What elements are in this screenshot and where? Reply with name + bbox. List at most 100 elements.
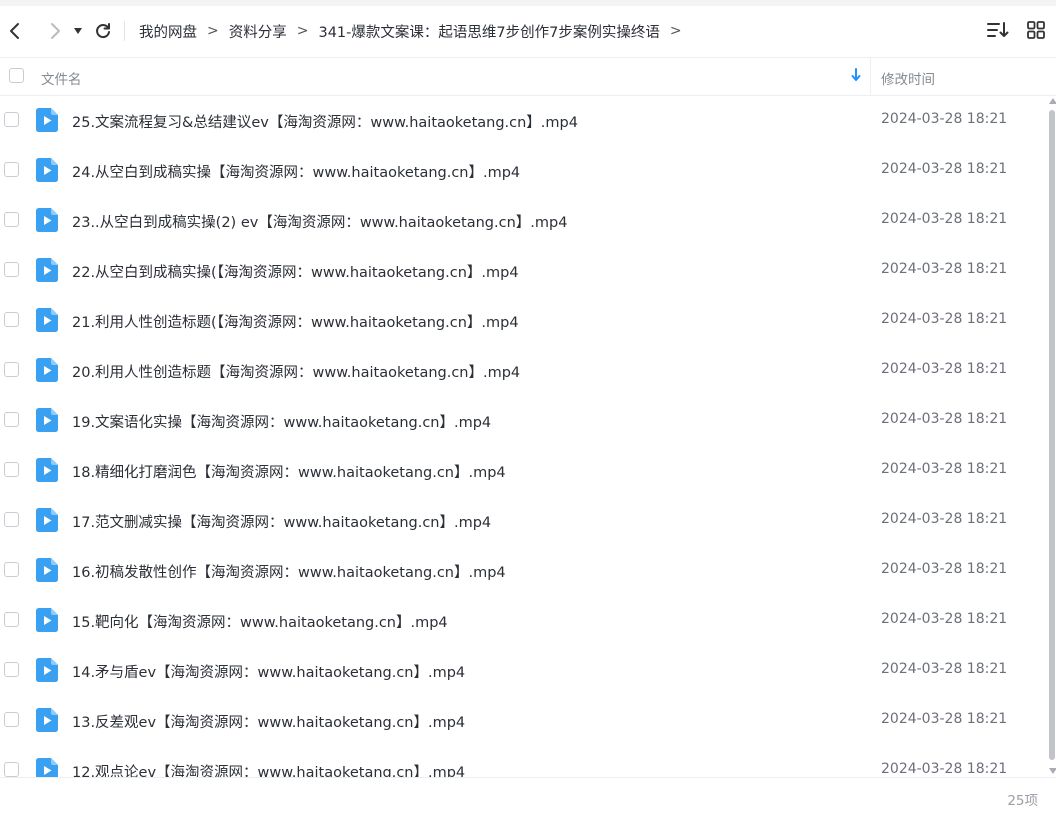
- row-checkbox[interactable]: [4, 512, 19, 527]
- file-name[interactable]: 17.范文删减实操【海淘资源网：www.haitaoketang.cn】.mp4: [72, 511, 491, 532]
- file-name[interactable]: 19.文案语化实操【海淘资源网：www.haitaoketang.cn】.mp4: [72, 411, 491, 432]
- chevron-right-icon: [51, 23, 60, 39]
- file-row[interactable]: 15.靶向化【海淘资源网：www.haitaoketang.cn】.mp4 202…: [0, 595, 1046, 645]
- breadcrumb-separator: >: [296, 23, 309, 39]
- chevron-left-icon: [10, 23, 19, 39]
- row-checkbox[interactable]: [4, 362, 19, 377]
- video-file-icon: [36, 558, 58, 582]
- file-row[interactable]: 20.利用人性创造标题【海淘资源网：www.haitaoketang.cn】.m…: [0, 345, 1046, 395]
- back-button[interactable]: [2, 18, 28, 44]
- file-name[interactable]: 15.靶向化【海淘资源网：www.haitaoketang.cn】.mp4: [72, 611, 448, 632]
- file-name[interactable]: 13.反差观ev【海淘资源网：www.haitaoketang.cn】.mp4: [72, 711, 465, 732]
- file-row[interactable]: 16.初稿发散性创作【海淘资源网：www.haitaoketang.cn】.mp…: [0, 545, 1046, 595]
- column-header-modified-time[interactable]: 修改时间: [881, 68, 935, 88]
- file-modified-time: 2024-03-28 18:21: [881, 261, 1008, 277]
- row-checkbox[interactable]: [4, 562, 19, 577]
- status-bar: 25项: [0, 777, 1056, 814]
- video-file-icon: [36, 458, 58, 482]
- file-row[interactable]: 21.利用人性创造标题(【海淘资源网：www.haitaoketang.cn】.…: [0, 295, 1046, 345]
- row-checkbox[interactable]: [4, 212, 19, 227]
- row-checkbox[interactable]: [4, 762, 19, 777]
- scrollbar[interactable]: [1048, 98, 1056, 774]
- breadcrumb-item-shared[interactable]: 资料分享: [229, 21, 287, 42]
- scroll-thumb[interactable]: [1049, 110, 1055, 760]
- file-row[interactable]: 23..从空白到成稿实操(2) ev【海淘资源网：www.haitaoketan…: [0, 195, 1046, 245]
- breadcrumb: 我的网盘 > 资料分享 > 341-爆款文案课：起语思维7步创作7步案例实操终语…: [139, 21, 692, 42]
- caret-down-icon: [74, 28, 82, 34]
- video-file-icon: [36, 708, 58, 732]
- video-file-icon: [36, 258, 58, 282]
- row-checkbox[interactable]: [4, 662, 19, 677]
- history-dropdown-button[interactable]: [70, 18, 86, 44]
- row-checkbox[interactable]: [4, 412, 19, 427]
- video-file-icon: [36, 508, 58, 532]
- file-modified-time: 2024-03-28 18:21: [881, 211, 1008, 227]
- video-file-icon: [36, 308, 58, 332]
- file-row[interactable]: 24.从空白到成稿实操【海淘资源网：www.haitaoketang.cn】.m…: [0, 145, 1046, 195]
- row-checkbox[interactable]: [4, 162, 19, 177]
- row-checkbox[interactable]: [4, 312, 19, 327]
- select-all-checkbox[interactable]: [9, 68, 24, 83]
- file-list-header: 文件名 修改时间: [0, 57, 1056, 96]
- item-count: 25项: [1007, 793, 1038, 809]
- file-row[interactable]: 17.范文删减实操【海淘资源网：www.haitaoketang.cn】.mp4…: [0, 495, 1046, 545]
- file-name[interactable]: 25.文案流程复习&总结建议ev【海淘资源网：www.haitaoketang.…: [72, 111, 578, 132]
- breadcrumb-separator: >: [207, 23, 219, 39]
- file-row[interactable]: 25.文案流程复习&总结建议ev【海淘资源网：www.haitaoketang.…: [0, 95, 1046, 145]
- file-row[interactable]: 18.精细化打磨润色【海淘资源网：www.haitaoketang.cn】.mp…: [0, 445, 1046, 495]
- forward-button[interactable]: [42, 18, 68, 44]
- refresh-button[interactable]: [90, 18, 116, 44]
- arrow-down-icon[interactable]: [851, 68, 861, 82]
- row-checkbox[interactable]: [4, 262, 19, 277]
- file-row[interactable]: 14.矛与盾ev【海淘资源网：www.haitaoketang.cn】.mp4 2…: [0, 645, 1046, 695]
- video-file-icon: [36, 208, 58, 232]
- sort-options-button[interactable]: [986, 18, 1010, 42]
- video-file-icon: [36, 358, 58, 382]
- file-modified-time: 2024-03-28 18:21: [881, 411, 1008, 427]
- row-checkbox[interactable]: [4, 112, 19, 127]
- refresh-icon: [96, 23, 110, 39]
- file-row[interactable]: 19.文案语化实操【海淘资源网：www.haitaoketang.cn】.mp4…: [0, 395, 1046, 445]
- scroll-down-arrow[interactable]: [1049, 768, 1056, 774]
- file-name[interactable]: 21.利用人性创造标题(【海淘资源网：www.haitaoketang.cn】.…: [72, 311, 519, 332]
- row-checkbox[interactable]: [4, 712, 19, 727]
- file-row[interactable]: 22.从空白到成稿实操(【海淘资源网：www.haitaoketang.cn】.…: [0, 245, 1046, 295]
- file-modified-time: 2024-03-28 18:21: [881, 561, 1008, 577]
- file-name[interactable]: 22.从空白到成稿实操(【海淘资源网：www.haitaoketang.cn】.…: [72, 261, 519, 282]
- video-file-icon: [36, 158, 58, 182]
- column-header-name[interactable]: 文件名: [41, 68, 82, 88]
- breadcrumb-item-current-folder[interactable]: 341-爆款文案课：起语思维7步创作7步案例实操终语: [318, 21, 659, 42]
- file-name[interactable]: 12.观点论ev【海淘资源网：www.haitaoketang.cn】.mp4: [72, 761, 465, 777]
- view-mode-button[interactable]: [1024, 18, 1048, 42]
- toolbar-right: [986, 18, 1048, 42]
- file-modified-time: 2024-03-28 18:21: [881, 361, 1008, 377]
- toolbar: 我的网盘 > 资料分享 > 341-爆款文案课：起语思维7步创作7步案例实操终语…: [0, 6, 1056, 56]
- video-file-icon: [36, 758, 58, 777]
- file-modified-time: 2024-03-28 18:21: [881, 461, 1008, 477]
- row-checkbox[interactable]: [4, 462, 19, 477]
- file-modified-time: 2024-03-28 18:21: [881, 511, 1008, 527]
- video-file-icon: [36, 408, 58, 432]
- file-name[interactable]: 18.精细化打磨润色【海淘资源网：www.haitaoketang.cn】.mp…: [72, 461, 506, 482]
- file-modified-time: 2024-03-28 18:21: [881, 761, 1008, 777]
- file-name[interactable]: 23..从空白到成稿实操(2) ev【海淘资源网：www.haitaoketan…: [72, 211, 567, 232]
- file-name[interactable]: 14.矛与盾ev【海淘资源网：www.haitaoketang.cn】.mp4: [72, 661, 465, 682]
- breadcrumb-item-my-drive[interactable]: 我的网盘: [139, 21, 197, 42]
- grid-view-icon: [1027, 21, 1045, 39]
- sort-list-icon: [987, 22, 1009, 37]
- column-divider[interactable]: [870, 58, 871, 95]
- file-modified-time: 2024-03-28 18:21: [881, 111, 1008, 127]
- file-name[interactable]: 24.从空白到成稿实操【海淘资源网：www.haitaoketang.cn】.m…: [72, 161, 520, 182]
- file-row[interactable]: 13.反差观ev【海淘资源网：www.haitaoketang.cn】.mp4 2…: [0, 695, 1046, 745]
- video-file-icon: [36, 658, 58, 682]
- file-row[interactable]: 12.观点论ev【海淘资源网：www.haitaoketang.cn】.mp4 2…: [0, 745, 1046, 777]
- scroll-up-arrow[interactable]: [1049, 98, 1056, 104]
- file-modified-time: 2024-03-28 18:21: [881, 611, 1008, 627]
- row-checkbox[interactable]: [4, 612, 19, 627]
- video-file-icon: [36, 108, 58, 132]
- file-name[interactable]: 20.利用人性创造标题【海淘资源网：www.haitaoketang.cn】.m…: [72, 361, 520, 382]
- file-name[interactable]: 16.初稿发散性创作【海淘资源网：www.haitaoketang.cn】.mp…: [72, 561, 506, 582]
- file-modified-time: 2024-03-28 18:21: [881, 661, 1008, 677]
- breadcrumb-separator[interactable]: >: [670, 23, 682, 39]
- video-file-icon: [36, 608, 58, 632]
